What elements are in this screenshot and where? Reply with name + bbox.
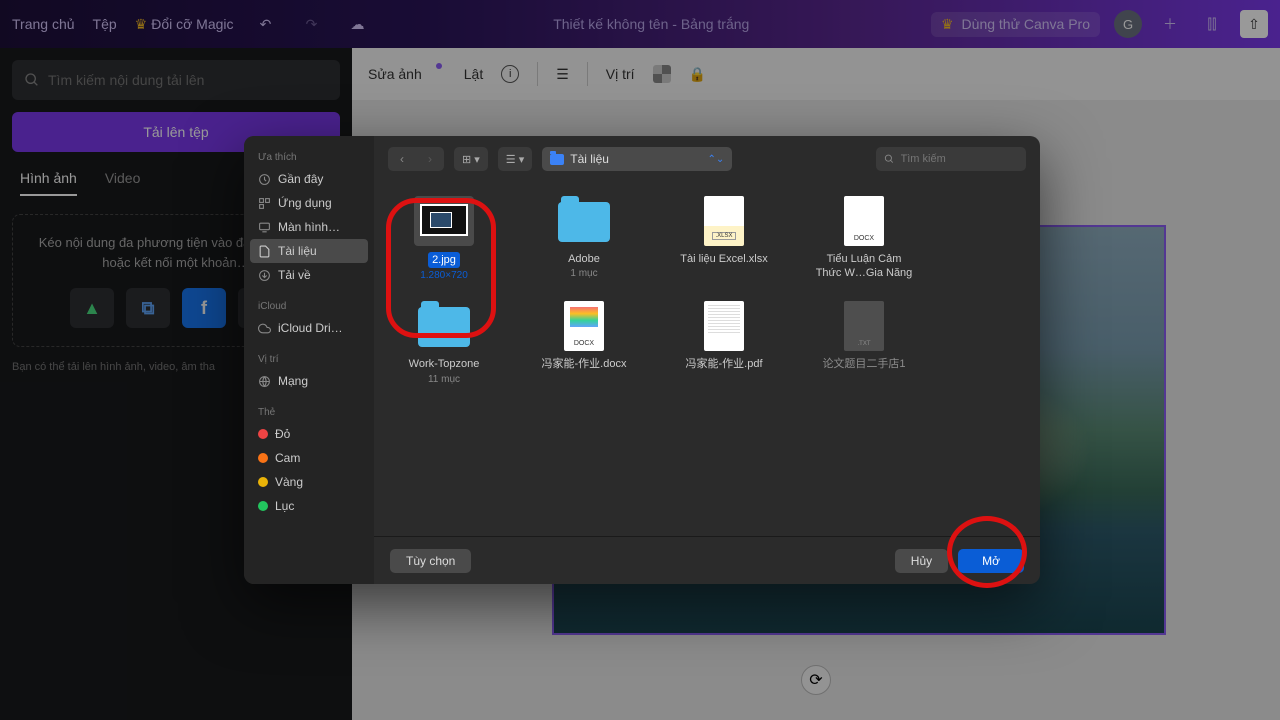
open-button[interactable]: Mở — [958, 549, 1024, 573]
dialog-sidebar: Ưa thích Gần đây Ứng dụng Màn hình… Tài … — [244, 136, 374, 584]
sidebar-item-downloads[interactable]: Tải về — [244, 263, 374, 287]
position-button[interactable]: Vị trí — [606, 66, 635, 82]
path-selector[interactable]: Tài liệu ⌃⌄ — [542, 147, 732, 171]
dialog-footer: Tùy chọn Hủy Mở — [374, 536, 1040, 584]
dialog-search-field[interactable] — [901, 153, 1018, 165]
tag-orange[interactable]: Cam — [244, 446, 374, 470]
sidebar-item-network[interactable]: Mạng — [244, 369, 374, 393]
file-item[interactable]: 冯家能-作业.pdf — [674, 301, 774, 384]
lock-icon[interactable]: 🔒 — [689, 66, 706, 83]
info-icon[interactable]: i — [501, 65, 519, 83]
sidebar-item-apps[interactable]: Ứng dụng — [244, 191, 374, 215]
sidebar-item-desktop[interactable]: Màn hình… — [244, 215, 374, 239]
plus-icon[interactable]: ＋ — [1156, 10, 1184, 38]
sidebar-item-recent[interactable]: Gần đây — [244, 167, 374, 191]
txt-file-icon — [844, 301, 884, 351]
nav-back-icon[interactable]: ‹ — [388, 147, 416, 171]
dropbox-icon[interactable]: ⧉ — [126, 288, 170, 328]
tab-video[interactable]: Video — [105, 170, 141, 196]
app-topbar: Trang chủ Tệp ♛Đổi cỡ Magic ↶ ↷ ☁ Thiết … — [0, 0, 1280, 48]
transparency-icon[interactable] — [653, 65, 671, 83]
file-item[interactable]: 冯家能-作业.docx — [534, 301, 634, 384]
favorites-heading: Ưa thích — [244, 148, 374, 167]
edit-image-button[interactable]: Sửa ảnh — [368, 66, 422, 82]
crown-icon: ♛ — [135, 16, 148, 32]
dialog-search[interactable] — [876, 147, 1026, 171]
docx-file-icon — [844, 196, 884, 246]
nav-resize[interactable]: ♛Đổi cỡ Magic — [135, 16, 234, 33]
tag-yellow[interactable]: Vàng — [244, 470, 374, 494]
folder-icon — [418, 307, 470, 347]
file-item[interactable]: Tiểu Luận Cảm Thức W…Gia Năng — [814, 196, 914, 281]
group-mode[interactable]: ☰ ▾ — [498, 147, 532, 171]
google-drive-icon[interactable]: ▲ — [70, 288, 114, 328]
pdf-file-icon — [704, 301, 744, 351]
docx-file-icon — [564, 301, 604, 351]
crown-icon: ♛ — [941, 16, 954, 33]
file-item[interactable]: Tài liệu Excel.xlsx — [674, 196, 774, 281]
nav-forward-icon[interactable]: › — [416, 147, 444, 171]
search-icon — [884, 153, 895, 165]
sync-pages-icon[interactable]: ⟳ — [801, 665, 831, 695]
sidebar-item-icloud[interactable]: iCloud Dri… — [244, 316, 374, 340]
file-item[interactable]: 2.jpg 1.280×720 — [394, 196, 494, 281]
xlsx-file-icon — [704, 196, 744, 246]
tag-red[interactable]: Đỏ — [244, 422, 374, 446]
dialog-toolbar: ‹ › ⊞ ▾ ☰ ▾ Tài liệu ⌃⌄ — [374, 136, 1040, 182]
search-field[interactable] — [48, 72, 328, 88]
file-item[interactable]: 论文题目二手店1 — [814, 301, 914, 384]
nav-file[interactable]: Tệp — [93, 16, 117, 32]
file-grid: 2.jpg 1.280×720 Adobe 1 mục Tài liệu Exc… — [374, 182, 1040, 536]
icloud-heading: iCloud — [244, 297, 374, 316]
tag-green[interactable]: Lục — [244, 494, 374, 518]
cloud-sync-icon[interactable]: ☁ — [344, 10, 372, 38]
facebook-icon[interactable]: f — [182, 288, 226, 328]
view-mode-icons[interactable]: ⊞ ▾ — [454, 147, 488, 171]
folder-icon — [550, 154, 564, 165]
locations-heading: Vị trí — [244, 350, 374, 369]
avatar[interactable]: G — [1114, 10, 1142, 38]
nav-home[interactable]: Trang chủ — [12, 16, 75, 32]
redo-icon[interactable]: ↷ — [298, 10, 326, 38]
image-thumbnail-icon — [420, 204, 468, 236]
analytics-icon[interactable]: ⫿⫿ — [1198, 10, 1226, 38]
tab-images[interactable]: Hình ảnh — [20, 170, 77, 196]
tags-heading: Thẻ — [244, 403, 374, 422]
options-button[interactable]: Tùy chọn — [390, 549, 471, 573]
document-title[interactable]: Thiết kế không tên - Bảng trắng — [372, 16, 931, 32]
file-item[interactable]: Adobe 1 mục — [534, 196, 634, 281]
flip-button[interactable]: Lật — [464, 66, 483, 82]
share-icon[interactable]: ⇧ — [1240, 10, 1268, 38]
list-icon[interactable]: ☰ — [556, 66, 569, 83]
file-open-dialog: Ưa thích Gần đây Ứng dụng Màn hình… Tài … — [244, 136, 1040, 584]
try-pro-button[interactable]: ♛Dùng thử Canva Pro — [931, 12, 1100, 37]
search-icon — [24, 72, 40, 88]
chevron-updown-icon: ⌃⌄ — [707, 154, 724, 165]
editor-toolbar: Sửa ảnh Lật i ☰ Vị trí 🔒 — [352, 48, 1280, 100]
file-item[interactable]: Work-Topzone 11 mục — [394, 301, 494, 384]
folder-icon — [558, 202, 610, 242]
undo-icon[interactable]: ↶ — [252, 10, 280, 38]
cancel-button[interactable]: Hủy — [895, 549, 948, 573]
search-input[interactable] — [12, 60, 340, 100]
sidebar-item-documents[interactable]: Tài liệu — [250, 239, 368, 263]
